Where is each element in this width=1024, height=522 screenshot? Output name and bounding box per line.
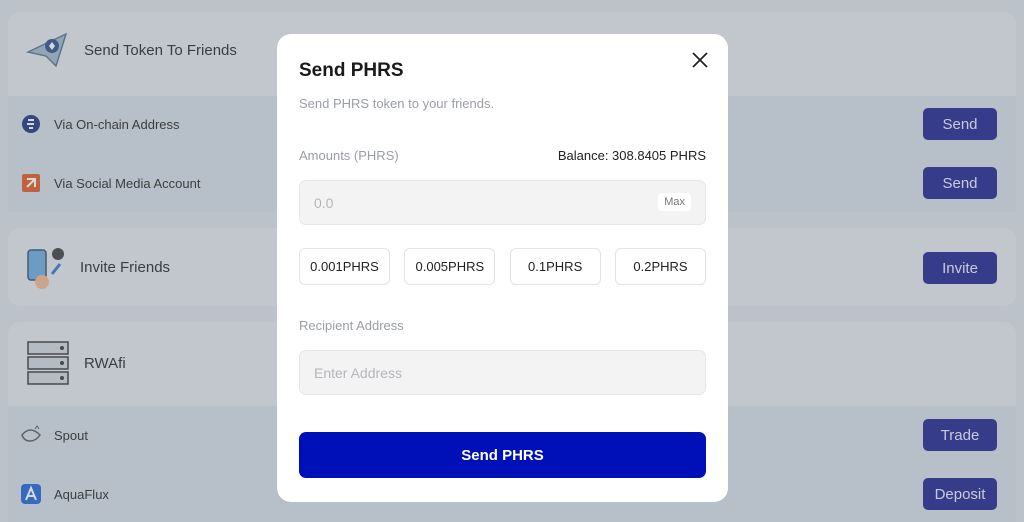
send-phrs-modal: Send PHRS Send PHRS token to your friend… <box>277 34 728 502</box>
preset-button[interactable]: 0.1PHRS <box>509 248 601 285</box>
preset-button[interactable]: 0.001PHRS <box>299 248 390 285</box>
preset-button[interactable]: 0.005PHRS <box>404 248 496 285</box>
amount-field: Max <box>299 180 706 225</box>
modal-title: Send PHRS <box>299 60 404 81</box>
preset-amounts: 0.001PHRS 0.005PHRS 0.1PHRS 0.2PHRS <box>299 248 706 285</box>
balance-text: Balance: 308.8405 PHRS <box>557 148 706 163</box>
send-phrs-button[interactable]: Send PHRS <box>299 432 706 478</box>
amount-label: Amounts (PHRS) <box>299 148 399 163</box>
max-button[interactable]: Max <box>658 193 691 211</box>
recipient-address-input[interactable] <box>300 351 705 394</box>
preset-button[interactable]: 0.2PHRS <box>614 248 706 285</box>
amount-input[interactable] <box>300 181 705 224</box>
recipient-field <box>299 350 706 395</box>
recipient-label: Recipient Address <box>299 318 404 333</box>
modal-subtitle: Send PHRS token to your friends. <box>299 96 495 111</box>
close-icon[interactable] <box>690 50 710 70</box>
